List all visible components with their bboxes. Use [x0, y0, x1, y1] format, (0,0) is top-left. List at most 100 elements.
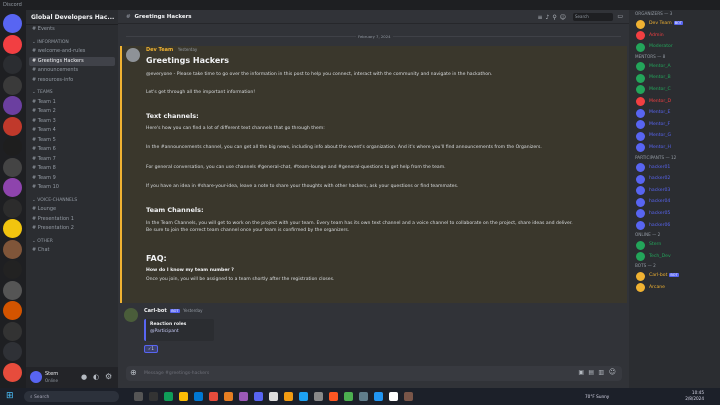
member-item[interactable]: Mentor_H — [629, 142, 720, 154]
server-icon[interactable] — [3, 198, 22, 218]
sidebar-channel[interactable]: # Chat — [26, 246, 118, 256]
server-icon[interactable] — [3, 55, 22, 74]
post-author[interactable]: Dev Team — [146, 47, 173, 53]
member-item[interactable]: Admin — [629, 30, 720, 42]
avatar[interactable] — [124, 308, 138, 322]
sidebar-channel[interactable]: # Team 10 — [26, 183, 118, 193]
server-icon[interactable] — [3, 301, 22, 320]
member-item[interactable]: Mentor_A — [629, 61, 720, 73]
gif-icon[interactable]: ▤ — [588, 369, 594, 376]
taskbar-search[interactable]: ⌕ Search — [24, 391, 119, 402]
taskbar-app-icon[interactable] — [164, 392, 173, 401]
taskbar-app-icon[interactable] — [404, 392, 413, 401]
member-item[interactable]: Dev Team BOT — [629, 18, 720, 30]
gift-icon[interactable]: ▣ — [578, 369, 584, 376]
sidebar-channel[interactable]: # Team 9 — [26, 174, 118, 184]
taskbar-app-icon[interactable] — [344, 392, 353, 401]
sticker-icon[interactable]: ▥ — [598, 369, 604, 376]
taskbar-app-icon[interactable] — [209, 392, 218, 401]
channel-category[interactable]: ⌄ voice-channels — [26, 196, 118, 206]
gear-icon[interactable]: ⚙ — [105, 372, 112, 381]
server-icon[interactable] — [3, 280, 22, 300]
sidebar-channel[interactable]: # Presentation 2 — [26, 224, 118, 234]
server-icon[interactable] — [3, 321, 22, 341]
mic-icon[interactable]: ● — [81, 373, 87, 381]
sidebar-channel[interactable]: # welcome-and-rules — [26, 47, 118, 57]
members-icon[interactable]: ☺ — [560, 14, 569, 21]
channel-category[interactable]: ⌄ teams — [26, 88, 118, 98]
add-attachment-icon[interactable]: ⊕ — [130, 368, 137, 377]
inbox-icon[interactable]: ▭ — [617, 13, 623, 20]
sidebar-channel[interactable]: # Team 3 — [26, 117, 118, 127]
channel-category[interactable]: ⌄ other — [26, 237, 118, 247]
taskbar-app-icon[interactable] — [299, 392, 308, 401]
taskbar-app-icon[interactable] — [224, 392, 233, 401]
taskbar-app-icon[interactable] — [194, 392, 203, 401]
server-icon[interactable] — [3, 239, 22, 259]
start-icon[interactable]: ⊞ — [6, 391, 14, 401]
weather[interactable]: 70°F Sunny — [585, 394, 609, 399]
sidebar-channel[interactable]: # Team 1 — [26, 98, 118, 108]
taskbar-app-icon[interactable] — [269, 392, 278, 401]
server-icon[interactable] — [3, 260, 22, 279]
avatar[interactable] — [30, 371, 42, 383]
sidebar-channel[interactable]: # Greetings Hackers — [29, 56, 115, 66]
server-icon[interactable] — [3, 75, 22, 95]
server-icon[interactable] — [3, 137, 22, 156]
member-item[interactable]: hacker01 — [629, 162, 720, 174]
server-icon[interactable] — [3, 362, 22, 382]
taskbar-app-icon[interactable] — [314, 392, 323, 401]
member-item[interactable]: hacker02 — [629, 173, 720, 185]
member-item[interactable]: Mentor_D — [629, 96, 720, 108]
sidebar-channel[interactable]: # Team 2 — [26, 107, 118, 117]
server-icon[interactable] — [3, 116, 22, 136]
message-input[interactable]: Message #greetings-hackers — [144, 371, 209, 376]
sidebar-channel[interactable]: # Presentation 1 — [26, 215, 118, 225]
member-item[interactable]: Moderator — [629, 41, 720, 53]
emoji-icon[interactable]: ☺ — [609, 368, 616, 376]
server-icon[interactable] — [3, 219, 22, 238]
guild-name[interactable]: Global Developers Hac... — [26, 10, 118, 25]
server-icon[interactable] — [3, 342, 22, 361]
sidebar-channel[interactable]: # Team 4 — [26, 126, 118, 136]
channel-category[interactable]: ⌄ information — [26, 38, 118, 48]
server-icon[interactable] — [3, 14, 22, 33]
member-item[interactable]: Mentor_G — [629, 130, 720, 142]
member-item[interactable]: hacker05 — [629, 208, 720, 220]
reply-author[interactable]: Carl-bot — [144, 308, 167, 314]
sidebar-channel[interactable]: # Events — [26, 25, 118, 35]
taskbar-app-icon[interactable] — [389, 392, 398, 401]
server-icon[interactable] — [3, 178, 22, 197]
member-item[interactable]: Tech_Dev — [629, 251, 720, 263]
search-input[interactable]: Search — [573, 13, 613, 21]
taskbar-app-icon[interactable] — [239, 392, 248, 401]
reaction-chip[interactable]: ✓1 — [144, 345, 158, 353]
member-item[interactable]: Carl-bot BOT — [629, 270, 720, 282]
sidebar-channel[interactable]: # announcements — [26, 66, 118, 76]
taskbar-app-icon[interactable] — [134, 392, 143, 401]
server-icon[interactable] — [3, 34, 22, 54]
taskbar-app-icon[interactable] — [359, 392, 368, 401]
server-icon[interactable] — [3, 157, 22, 177]
sidebar-channel[interactable]: # Lounge — [26, 205, 118, 215]
sidebar-channel[interactable]: # Team 7 — [26, 155, 118, 165]
sidebar-channel[interactable]: # Team 5 — [26, 136, 118, 146]
taskbar-app-icon[interactable] — [149, 392, 158, 401]
member-item[interactable]: hacker04 — [629, 196, 720, 208]
taskbar-app-icon[interactable] — [284, 392, 293, 401]
member-item[interactable]: Arcane — [629, 282, 720, 294]
taskbar-app-icon[interactable] — [329, 392, 338, 401]
headphones-icon[interactable]: ◐ — [93, 373, 99, 381]
taskbar-app-icon[interactable] — [254, 392, 263, 401]
member-item[interactable]: hacker06 — [629, 220, 720, 232]
taskbar-app-icon[interactable] — [374, 392, 383, 401]
taskbar-app-icon[interactable] — [179, 392, 188, 401]
member-item[interactable]: Mentor_F — [629, 119, 720, 131]
sidebar-channel[interactable]: # resources-info — [26, 76, 118, 86]
sidebar-channel[interactable]: # Team 8 — [26, 164, 118, 174]
embed-value[interactable]: @Participant — [150, 329, 210, 334]
sidebar-channel[interactable]: # Team 6 — [26, 145, 118, 155]
server-icon[interactable] — [3, 96, 22, 115]
avatar[interactable] — [126, 48, 140, 62]
member-item[interactable]: hacker03 — [629, 185, 720, 197]
